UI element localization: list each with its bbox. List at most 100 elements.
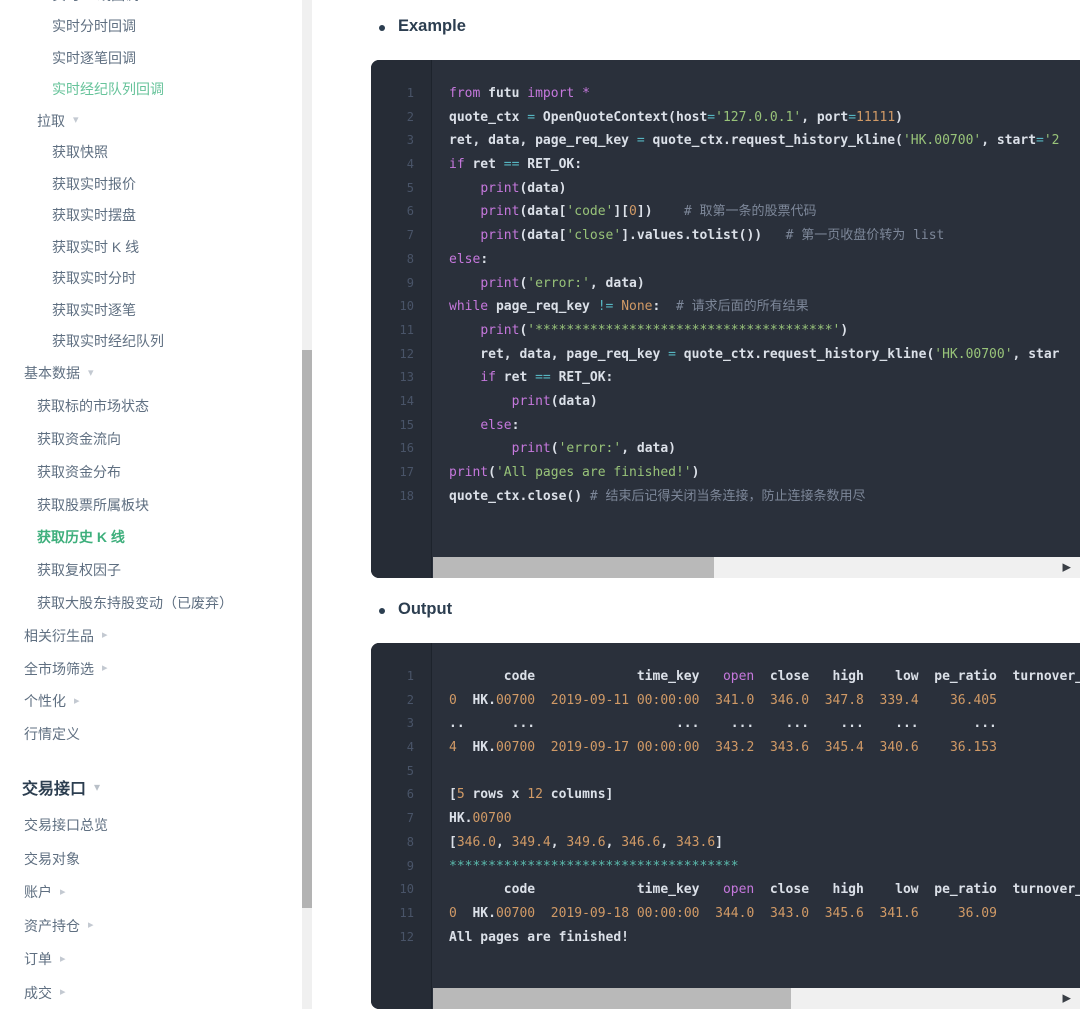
sidebar-item[interactable]: 获取快照	[0, 137, 306, 169]
sidebar-item-label: 获取实时经纪队列	[52, 331, 164, 351]
code-token: , data)	[621, 441, 676, 456]
code-token: 347.8	[825, 693, 864, 708]
sidebar-item[interactable]: 获取历史 K 线	[0, 521, 306, 554]
code-token	[754, 906, 770, 921]
code-token: close high low pe_ratio turnover_	[754, 882, 1080, 897]
sidebar-item[interactable]: 获取股票所属板块	[0, 488, 306, 521]
line-number: 13	[371, 366, 431, 390]
code-token: # 请求后面的所有结果	[676, 299, 809, 314]
sidebar-item[interactable]: 获取资金分布	[0, 455, 306, 488]
sidebar-item[interactable]: 基本数据▾	[0, 357, 306, 390]
sidebar-scrollbar-thumb[interactable]	[302, 350, 312, 908]
code-token	[864, 693, 880, 708]
sidebar-item[interactable]: 个性化▸	[0, 685, 306, 718]
code-token: import	[527, 86, 574, 101]
line-number: 1	[371, 665, 431, 689]
code-token: print	[512, 394, 551, 409]
sidebar-item-label: 资产持仓	[24, 916, 80, 936]
chevron-right-icon: ▸	[60, 954, 66, 965]
sidebar-item[interactable]: 实时经纪队列回调	[0, 74, 306, 106]
sidebar-item[interactable]: 拉取▾	[0, 105, 306, 137]
sidebar-item[interactable]: 获取标的市场状态	[0, 390, 306, 423]
code-line: print('*********************************…	[449, 319, 1080, 343]
sidebar-scrollbar[interactable]	[302, 0, 312, 1009]
sidebar-item[interactable]: 行情定义	[0, 718, 306, 751]
code-token: ret, data, page_req_key	[449, 347, 668, 362]
code-token: (	[488, 465, 496, 480]
scroll-right-arrow-icon[interactable]: ▶	[1063, 555, 1071, 578]
sidebar-item-label: 获取实时报价	[52, 174, 136, 194]
sidebar-item[interactable]: 获取实时报价	[0, 168, 306, 200]
code-line: from futu import *	[449, 82, 1080, 106]
code-line: ret, data, page_req_key = quote_ctx.requ…	[449, 343, 1080, 367]
sidebar-item[interactable]: 获取实时 K 线	[0, 231, 306, 263]
horizontal-scrollbar-thumb[interactable]	[433, 988, 791, 1009]
sidebar-item[interactable]: 交易接口总览	[0, 809, 306, 843]
sidebar-item[interactable]: 获取实时逐笔	[0, 294, 306, 326]
code-token: print	[480, 276, 519, 291]
sidebar-item[interactable]: 获取资金流向	[0, 423, 306, 456]
code-token: 0	[629, 204, 637, 219]
code-token: 345.6	[825, 906, 864, 921]
sidebar-item[interactable]: 资产持仓▸	[0, 909, 306, 943]
code-token: print	[480, 181, 519, 196]
line-number: 15	[371, 414, 431, 438]
sidebar-item-label: 个性化	[24, 691, 66, 711]
sidebar-item[interactable]: 实时分时回调	[0, 11, 306, 43]
code-token: print	[449, 465, 488, 480]
code-token: (data[	[519, 228, 566, 243]
horizontal-scrollbar[interactable]: ▶	[433, 557, 1080, 578]
sidebar-item[interactable]: 订单▸	[0, 943, 306, 977]
code-token: 0	[449, 693, 457, 708]
line-number: 18	[371, 485, 431, 509]
code-line: print('error:', data)	[449, 437, 1080, 461]
code-token	[919, 693, 950, 708]
code-token: 339.4	[880, 693, 919, 708]
code-token: (data[	[519, 204, 566, 219]
code-token: page_req_key	[488, 299, 598, 314]
code-token: rows x	[465, 787, 528, 802]
sidebar-item[interactable]: 交易对象	[0, 842, 306, 876]
code-line: code time_key open close high low pe_rat…	[449, 878, 1080, 902]
sidebar-item[interactable]: 全市场筛选▸	[0, 652, 306, 685]
code-token: open	[723, 669, 754, 684]
sidebar-item-label: 获取大股东持股变动（已废弃）	[37, 593, 233, 613]
code-token: None	[621, 299, 652, 314]
sidebar-section[interactable]: 交易接口▾	[0, 769, 306, 805]
sidebar-item[interactable]: 相关衍生品▸	[0, 619, 306, 652]
example-heading-label: Example	[398, 17, 466, 36]
code-token: :	[480, 252, 488, 267]
sidebar-item[interactable]: 实时逐笔回调	[0, 42, 306, 74]
sidebar-item-label: 获取实时分时	[52, 268, 136, 288]
sidebar-item[interactable]: 获取复权因子	[0, 554, 306, 587]
horizontal-scrollbar[interactable]: ▶	[433, 988, 1080, 1009]
code-line: 4 HK.00700 2019-09-17 00:00:00 343.2 343…	[449, 736, 1080, 760]
code-token: ret	[496, 370, 535, 385]
sidebar-item-label: 获取复权因子	[37, 560, 121, 580]
code-token: :	[512, 418, 520, 433]
code-token: HK.	[457, 693, 496, 708]
sidebar-item[interactable]: 账户▸	[0, 876, 306, 910]
chevron-right-icon: ▸	[102, 630, 108, 641]
scroll-right-arrow-icon[interactable]: ▶	[1063, 986, 1071, 1009]
code-line: 0 HK.00700 2019-09-18 00:00:00 344.0 343…	[449, 902, 1080, 926]
sidebar-item[interactable]: 获取实时经纪队列	[0, 326, 306, 358]
line-number: 5	[371, 760, 431, 784]
code-token	[699, 906, 715, 921]
sidebar-item-label: 实时 K 线回调	[52, 0, 139, 5]
code-token: HK.	[449, 811, 472, 826]
code-token: 5	[457, 787, 465, 802]
sidebar-item-label: 实时逐笔回调	[52, 48, 136, 68]
sidebar-item[interactable]: 获取实时摆盘	[0, 200, 306, 232]
code-token: 'close'	[566, 228, 621, 243]
code-token: quote_ctx.close()	[449, 489, 590, 504]
code-token: (data)	[551, 394, 598, 409]
sidebar-item[interactable]: 实时 K 线回调	[0, 0, 306, 11]
sidebar-item[interactable]: 获取大股东持股变动（已废弃）	[0, 587, 306, 620]
sidebar-item[interactable]: 成交▸	[0, 976, 306, 1010]
sidebar-item[interactable]: 获取实时分时	[0, 263, 306, 295]
horizontal-scrollbar-thumb[interactable]	[433, 557, 714, 578]
code-line: else:	[449, 414, 1080, 438]
code-token: RET_OK:	[519, 157, 582, 172]
code-token: # 第一页收盘价转为 list	[786, 228, 945, 243]
